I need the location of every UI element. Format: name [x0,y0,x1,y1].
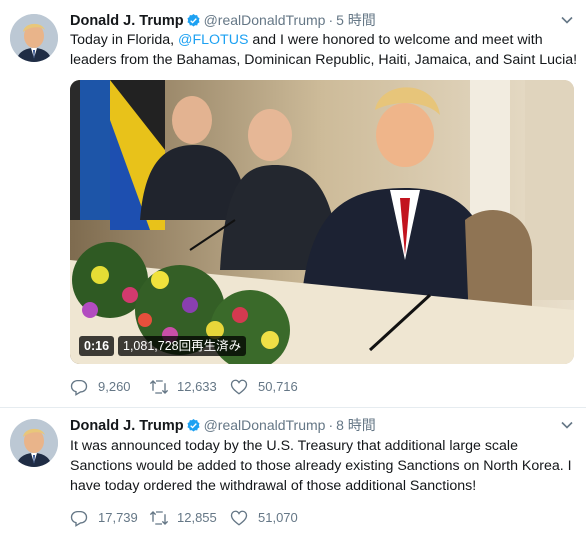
verified-badge-icon [186,418,201,438]
timeline: Donald J. Trump @realDonaldTrump · 5 時間 Tod… [0,0,586,547]
video-thumbnail [70,80,574,364]
retweet-icon [149,511,169,525]
heart-icon [230,510,248,526]
retweet-icon [149,380,169,394]
reply-count: 17,739 [98,510,138,525]
video-duration: 0:16 [79,336,115,356]
like-count: 51,070 [258,510,298,525]
retweet-count: 12,633 [177,379,217,394]
heart-icon [230,379,248,395]
avatar[interactable] [10,419,58,467]
mention-link[interactable]: @FLOTUS [178,32,248,48]
chevron-down-icon[interactable] [560,418,574,432]
user-handle[interactable]: @realDonaldTrump [204,12,326,28]
display-name[interactable]: Donald J. Trump [70,418,184,434]
video-view-count: 1,081,728回再生済み [118,336,247,356]
like-count: 50,716 [258,379,298,394]
tweet-header: Donald J. Trump @realDonaldTrump · 8 時間 [70,415,556,435]
reply-icon [70,510,88,527]
tweet-timestamp[interactable]: 5 時間 [336,12,376,28]
separator-dot: · [328,12,334,28]
reply-icon [70,379,88,396]
tweet[interactable]: Donald J. Trump @realDonaldTrump · 5 時間 Tod… [0,0,586,408]
chevron-down-icon[interactable] [560,13,574,27]
display-name[interactable]: Donald J. Trump [70,13,184,29]
tweet-text: Today in Florida, @FLOTUS and I were hon… [70,30,578,70]
tweet-header: Donald J. Trump @realDonaldTrump · 5 時間 [70,10,556,30]
user-handle[interactable]: @realDonaldTrump [204,417,326,433]
reply-count: 9,260 [98,379,131,394]
tweet-text: It was announced today by the U.S. Treas… [70,438,572,494]
retweet-count: 12,855 [177,510,217,525]
separator-dot: · [328,417,334,433]
video-player[interactable]: 0:16 1,081,728回再生済み [70,80,574,364]
tweet-timestamp[interactable]: 8 時間 [336,417,376,433]
tweet-text-part: Today in Florida, [70,32,179,48]
avatar[interactable] [10,14,58,62]
tweet[interactable]: Donald J. Trump @realDonaldTrump · 8 時間 It … [0,408,586,547]
